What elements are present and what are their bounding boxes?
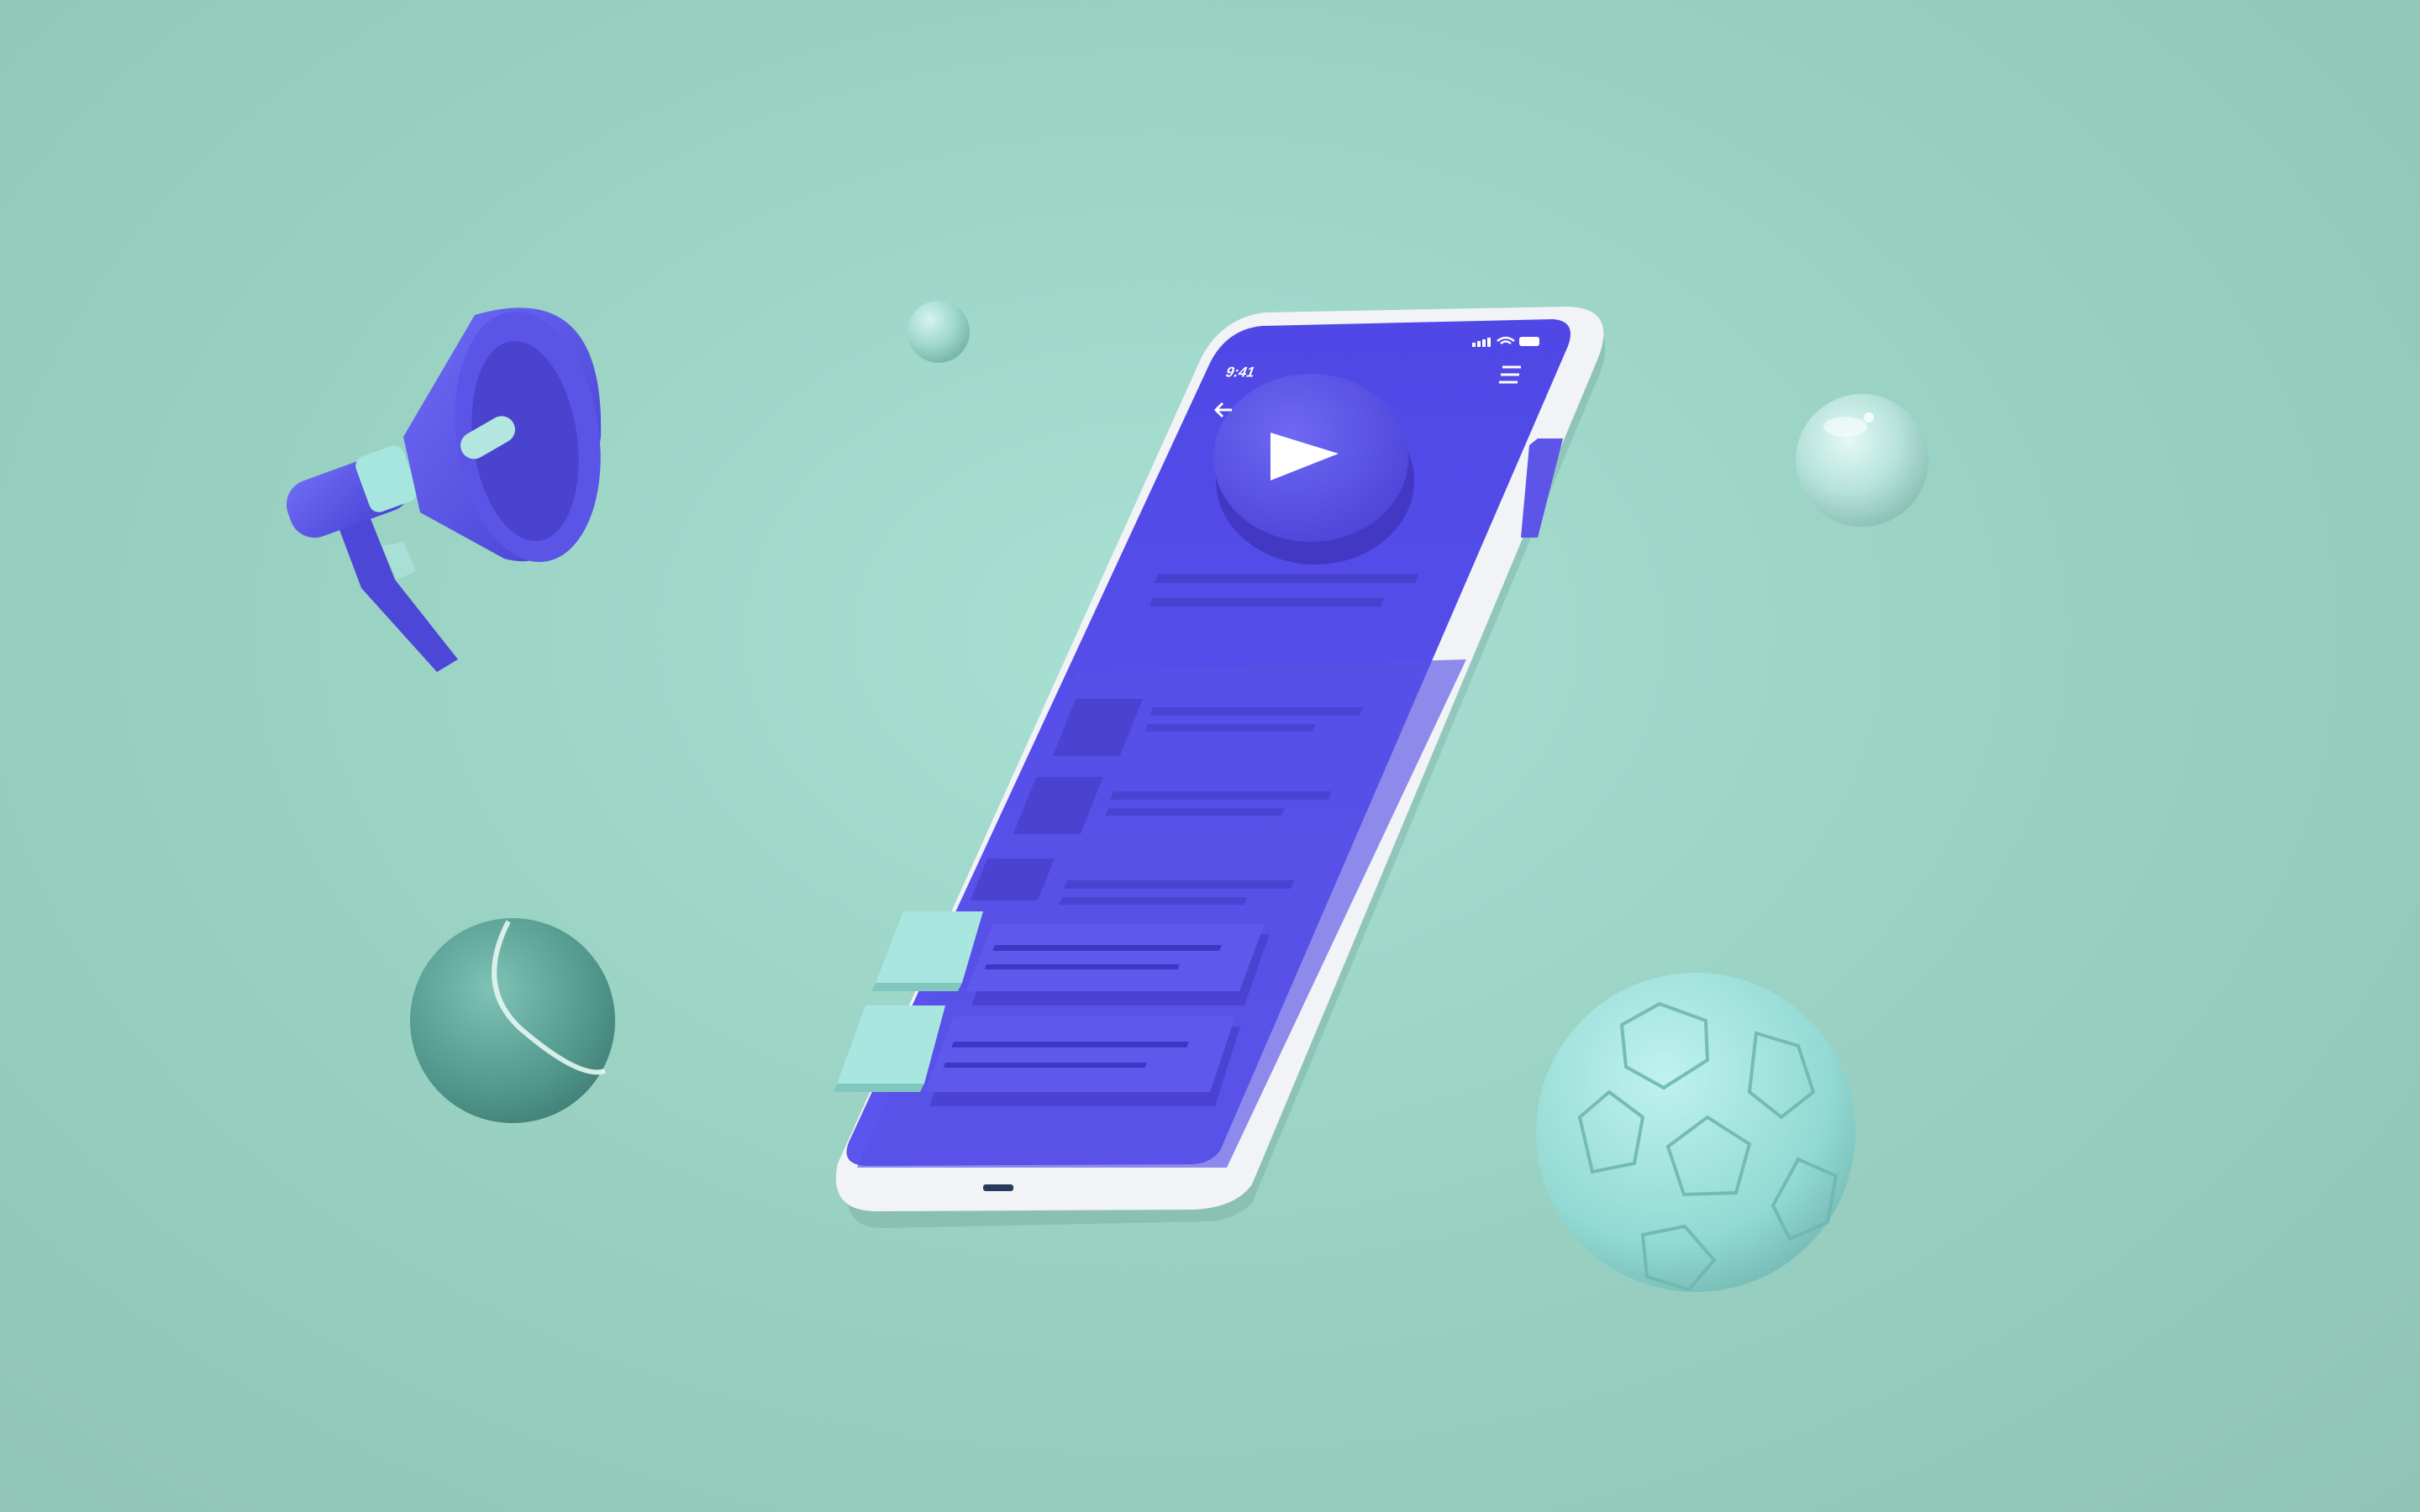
floating-card (834, 1005, 1240, 1106)
glass-sphere (1796, 394, 1928, 527)
soccer-ball (1536, 973, 1855, 1292)
megaphone (287, 307, 602, 672)
battery-icon (1519, 337, 1539, 346)
title-line (1154, 574, 1418, 583)
charging-port (983, 1184, 1013, 1191)
play-button[interactable] (1213, 374, 1414, 564)
phone (834, 307, 1606, 1228)
scene (287, 301, 1928, 1292)
tennis-ball (410, 918, 615, 1123)
subtitle-line (1149, 598, 1384, 606)
small-sphere (908, 301, 970, 363)
